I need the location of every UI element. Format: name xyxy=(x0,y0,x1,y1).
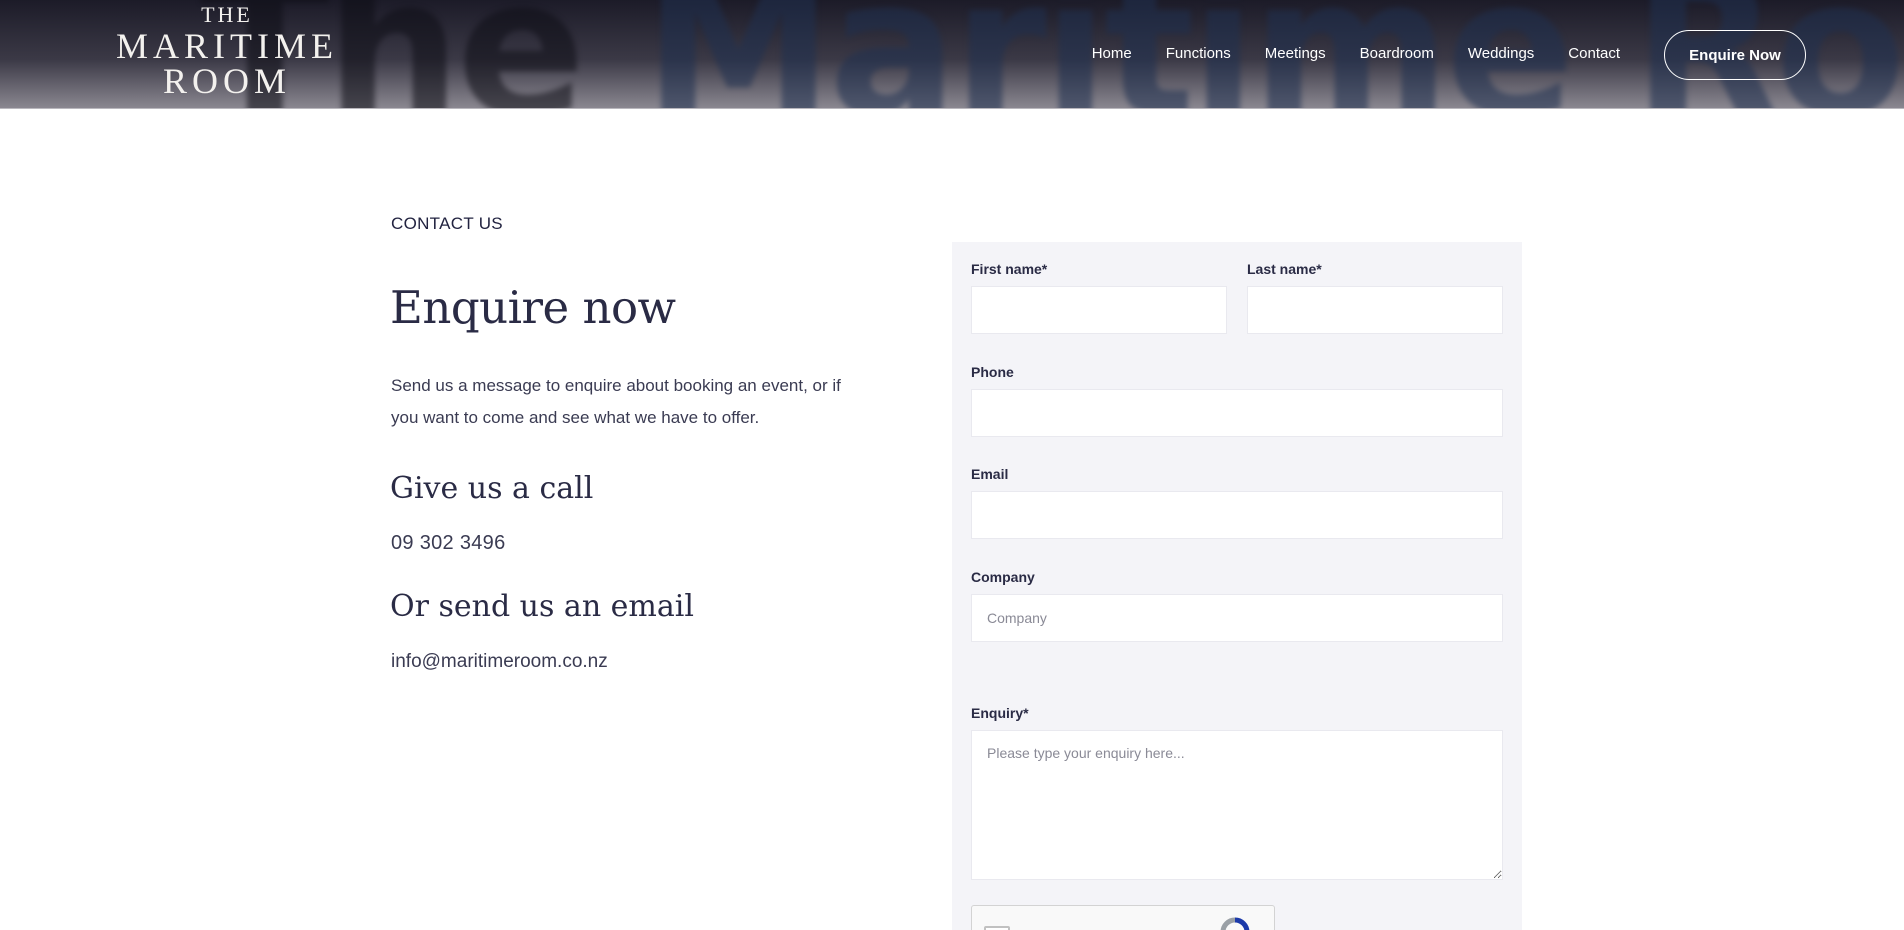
nav-item-boardroom[interactable]: Boardroom xyxy=(1360,45,1434,62)
last-name-label: Last name* xyxy=(1247,261,1322,277)
phone-label: Phone xyxy=(971,364,1014,380)
nav-item-weddings[interactable]: Weddings xyxy=(1468,45,1534,62)
nav-item-contact[interactable]: Contact xyxy=(1568,45,1620,62)
first-name-label: First name* xyxy=(971,261,1048,277)
first-name-field[interactable] xyxy=(971,286,1227,334)
intro-text: Send us a message to enquire about booki… xyxy=(391,376,841,427)
recaptcha-logo-icon xyxy=(1218,916,1252,930)
page-title: Enquire now xyxy=(390,281,676,334)
company-label: Company xyxy=(971,569,1035,585)
header-background-lettering: The Maritime Room xyxy=(200,0,1904,108)
logo-line-2: MARITIME xyxy=(116,26,338,66)
site-logo[interactable]: THE MARITIME ROOM xyxy=(92,2,362,101)
enquire-now-button[interactable]: Enquire Now xyxy=(1664,30,1806,80)
nav-item-functions[interactable]: Functions xyxy=(1166,45,1231,62)
logo-line-1: THE xyxy=(201,2,253,27)
email-heading: Or send us an email xyxy=(390,589,694,624)
company-field[interactable] xyxy=(971,594,1503,642)
logo-line-3: ROOM xyxy=(162,61,292,101)
recaptcha-widget[interactable] xyxy=(971,905,1275,930)
email-label: Email xyxy=(971,466,1009,482)
section-eyebrow: CONTACT US xyxy=(391,214,503,233)
last-name-field[interactable] xyxy=(1247,286,1503,334)
phone-field[interactable] xyxy=(971,389,1503,437)
call-heading: Give us a call xyxy=(390,471,594,506)
nav-item-meetings[interactable]: Meetings xyxy=(1265,45,1326,62)
nav-item-home[interactable]: Home xyxy=(1092,45,1132,62)
phone-link[interactable]: 09 302 3496 xyxy=(391,532,506,555)
main-nav: Home Functions Meetings Boardroom Weddin… xyxy=(1058,45,1620,62)
email-field[interactable] xyxy=(971,491,1503,539)
enquiry-textarea[interactable] xyxy=(971,730,1503,880)
email-link[interactable]: info@maritimeroom.co.nz xyxy=(391,651,608,673)
recaptcha-checkbox[interactable] xyxy=(984,926,1010,930)
site-header: The Maritime Room THE MARITIME ROOM Home… xyxy=(0,0,1904,109)
enquiry-label: Enquiry* xyxy=(971,705,1029,721)
